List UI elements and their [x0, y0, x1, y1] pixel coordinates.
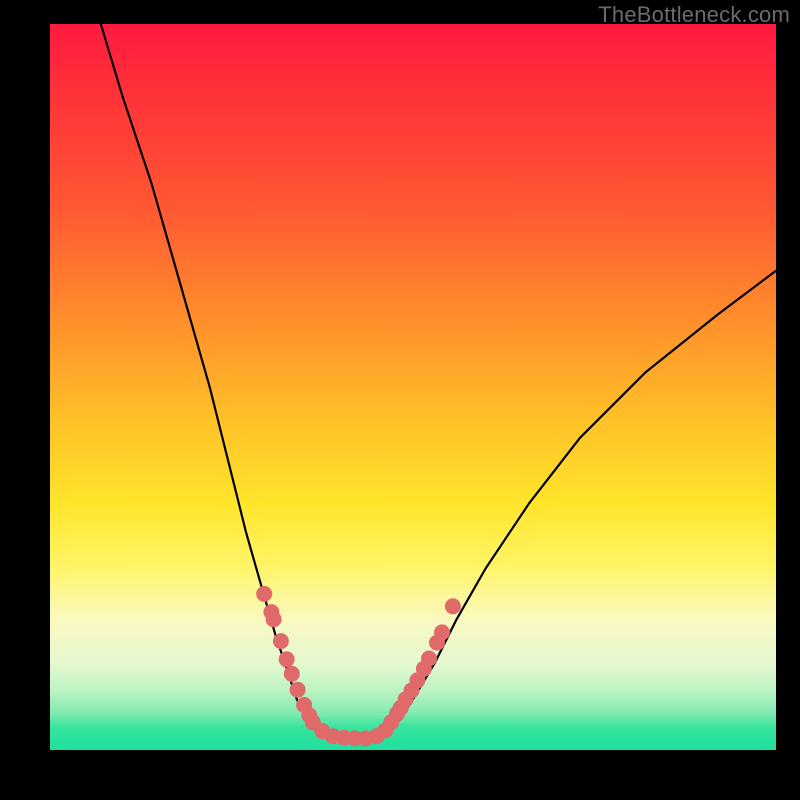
scatter-point [445, 598, 461, 614]
scatter-point [266, 611, 282, 627]
plot-area [50, 24, 776, 750]
scatter-points [256, 586, 461, 747]
scatter-point [279, 651, 295, 667]
scatter-point [290, 682, 306, 698]
chart-svg [50, 24, 776, 750]
scatter-point [284, 666, 300, 682]
scatter-point [256, 586, 272, 602]
scatter-point [273, 633, 289, 649]
chart-frame: TheBottleneck.com [0, 0, 800, 800]
scatter-point [421, 651, 437, 667]
scatter-point [434, 624, 450, 640]
